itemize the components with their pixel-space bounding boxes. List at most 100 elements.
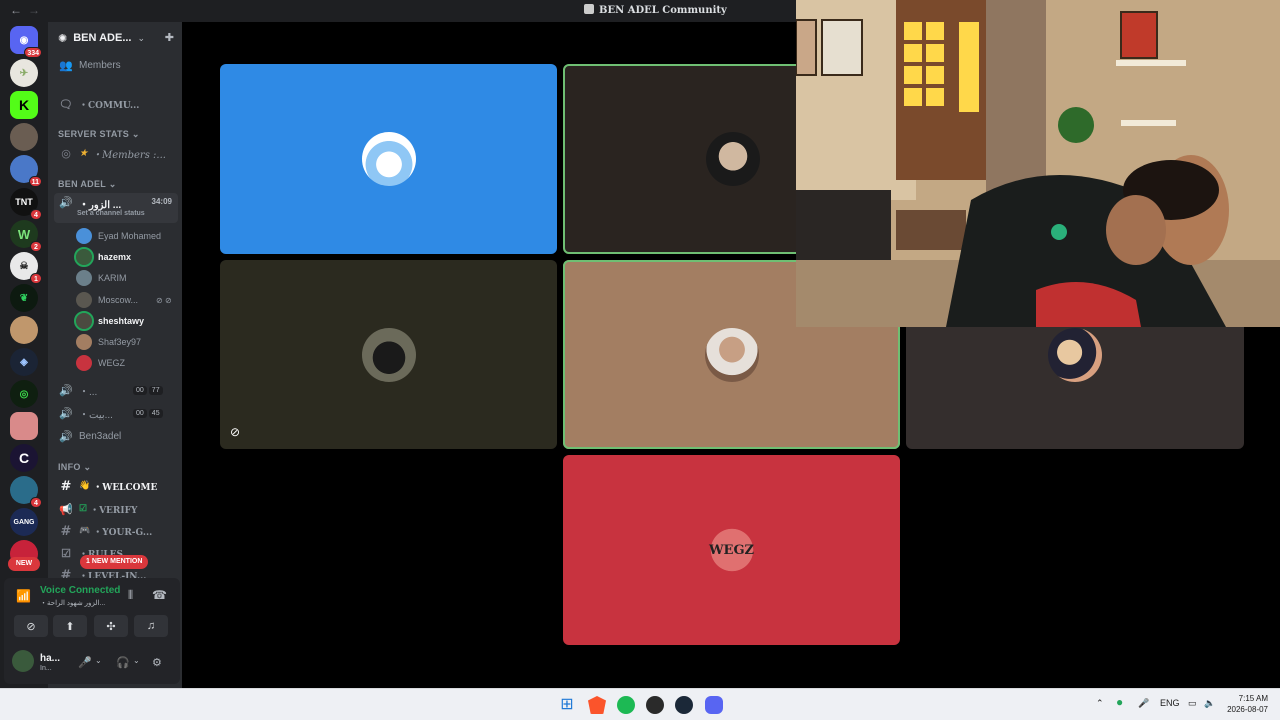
unread-badge: 11 (28, 176, 42, 187)
forward-arrow-icon[interactable]: → (28, 3, 40, 17)
avatar: WEGZ (704, 523, 759, 577)
activities-button[interactable]: ✣ (94, 615, 128, 637)
settings-gear-icon[interactable]: ⚙ (152, 656, 162, 669)
avatar[interactable] (12, 650, 34, 672)
category-server-stats[interactable]: SERVER STATS ⌄ (58, 129, 140, 140)
brave-browser-icon[interactable] (588, 696, 606, 714)
date: 2026-08-07 (1227, 705, 1268, 714)
set-channel-status[interactable]: Set a channel status (77, 210, 145, 217)
windows-start-icon[interactable]: ⊞ (558, 696, 576, 714)
server-icon[interactable] (10, 316, 38, 344)
language-indicator[interactable]: ENG (1160, 698, 1180, 708)
members-icon: 👥 (59, 59, 73, 72)
chevron-up-icon[interactable]: ⌃ (1096, 698, 1104, 709)
screen-share-button[interactable]: ⬆ (53, 615, 87, 637)
chat-icon: 🗨 (59, 97, 73, 111)
voice-channel-active[interactable]: 🔊 ・الزور ... 34:09 Set a channel status (54, 193, 178, 223)
server-icon[interactable] (10, 123, 38, 151)
chevron-down-icon[interactable]: ⌄ (133, 656, 140, 665)
voice-user[interactable]: WEGZ (76, 353, 125, 373)
call-timer: 34:09 (151, 197, 172, 206)
server-icon[interactable]: ◈ (10, 348, 38, 376)
server-icon[interactable]: TNT 4 (10, 188, 42, 220)
participant-tile[interactable] (220, 64, 557, 254)
category-info[interactable]: INFO ⌄ (58, 462, 91, 473)
voice-user[interactable]: KARIM (76, 268, 127, 288)
voice-channel[interactable]: 🔊 Ben3adel (54, 426, 178, 446)
voice-user[interactable]: hazemx (74, 247, 131, 267)
avatar (74, 311, 94, 331)
channel-verify[interactable]: 📢 ☑ ・VERIFY (54, 499, 178, 519)
server-icon[interactable]: 4 (10, 476, 42, 508)
discord-taskbar-icon[interactable] (705, 696, 723, 714)
server-icon[interactable]: ☠ 1 (10, 252, 42, 284)
voice-user[interactable]: sheshtawy (74, 311, 144, 331)
channel-welcome[interactable]: # 👋 ・WELCOME (54, 476, 178, 496)
chevron-down-icon: ⌄ (137, 32, 146, 43)
avatar (1048, 327, 1102, 382)
soundboard-icon: ♫ (146, 620, 156, 632)
avatar (76, 355, 92, 371)
channel-your-g[interactable]: # 🎮 ・YOUR-G... (54, 521, 178, 541)
disconnect-icon[interactable]: ☎ (152, 588, 167, 602)
voice-user[interactable]: Moscow... ⊘ ⊘ (76, 290, 172, 310)
steam-icon[interactable] (675, 696, 693, 714)
microphone-icon[interactable]: 🎤 (1138, 698, 1149, 709)
voice-user[interactable]: Eyad Mohamed (76, 226, 161, 246)
speaker-icon: 🔊 (59, 197, 73, 209)
voice-channel-name[interactable]: ・الزور شهود الراحة... (40, 598, 105, 608)
network-icon[interactable]: ▭ (1188, 698, 1197, 709)
server-icon[interactable]: GANG (10, 508, 38, 536)
crystal-icon: ◈ (10, 348, 38, 376)
server-icon[interactable]: ✈ (10, 59, 38, 87)
channel-members-stat[interactable]: ◎ ★ ・Members :... (54, 143, 178, 163)
avatar (76, 292, 92, 308)
server-icon[interactable]: ◎ (10, 380, 38, 408)
chevron-down-icon[interactable]: ⌄ (95, 656, 102, 665)
robot-icon: ◎ (10, 380, 38, 408)
hash-icon: # (60, 523, 72, 539)
participant-tile[interactable]: WEGZ (563, 455, 900, 645)
channel-community[interactable]: 🗨 ・COMMU... (54, 94, 178, 114)
soundboard-button[interactable]: ♫ (134, 615, 168, 637)
new-mention-badge[interactable]: 1 NEW MENTION (80, 555, 149, 569)
voice-status[interactable]: Voice Connected (40, 585, 120, 596)
add-user-icon[interactable]: ✚ (165, 31, 174, 44)
voice-channel[interactable]: 🔊 ・... 00 77 (54, 380, 178, 400)
time: 7:15 AM (1238, 694, 1268, 703)
server-icon[interactable]: K (10, 91, 38, 119)
members-link[interactable]: 👥 Members (54, 55, 178, 75)
headphones-icon[interactable]: 🎧 (116, 656, 130, 669)
unread-badge: 334 (24, 47, 42, 58)
avatar (10, 123, 38, 151)
voice-user[interactable]: Shaf3ey97 (76, 332, 141, 352)
noise-suppression-icon[interactable]: ⫴ (128, 588, 133, 603)
avatar (706, 132, 760, 186)
back-arrow-icon[interactable]: ← (10, 3, 22, 17)
username: ha... (40, 653, 61, 664)
clock[interactable]: 7:15 AM 2026-08-07 (1227, 693, 1268, 715)
server-icon[interactable]: C (10, 444, 38, 472)
spotify-icon[interactable] (617, 696, 635, 714)
status-dot-icon: ● (1116, 695, 1124, 709)
server-icon[interactable]: W2 (10, 220, 42, 252)
volume-icon[interactable]: 🔈 (1204, 698, 1215, 709)
category-ben-adel[interactable]: BEN ADEL ⌄ (58, 179, 117, 190)
home-button[interactable]: ◉ 334 (10, 26, 42, 58)
activities-icon: ✣ (106, 620, 116, 633)
discord-window: ← → BEN ADEL Community ◉ 334 ✈ K 11 TNT 4… (0, 0, 1280, 688)
participant-tile[interactable]: ⊘ (220, 260, 557, 449)
microphone-icon[interactable]: 🎤 (78, 656, 92, 669)
speaker-icon: 🔊 (59, 384, 73, 397)
server-header[interactable]: ✺ BEN ADE... ⌄ ✚ (48, 22, 182, 54)
taskbar: ⊞ ⌃ ● 🎤 ENG ▭ 🔈 7:15 AM 2026-08-07 (0, 688, 1280, 720)
user-status: In... (40, 665, 52, 672)
camera-off-icon: ⊘ (26, 620, 36, 633)
server-icon[interactable]: ❦ (10, 284, 38, 312)
voice-channel[interactable]: 🔊 ・بيت... 00 45 (54, 403, 178, 423)
server-icon[interactable]: 11 (10, 155, 42, 187)
window-title: BEN ADEL Community (584, 4, 727, 16)
app-icon[interactable] (646, 696, 664, 714)
server-icon[interactable] (10, 412, 38, 440)
camera-off-button[interactable]: ⊘ (14, 615, 48, 637)
